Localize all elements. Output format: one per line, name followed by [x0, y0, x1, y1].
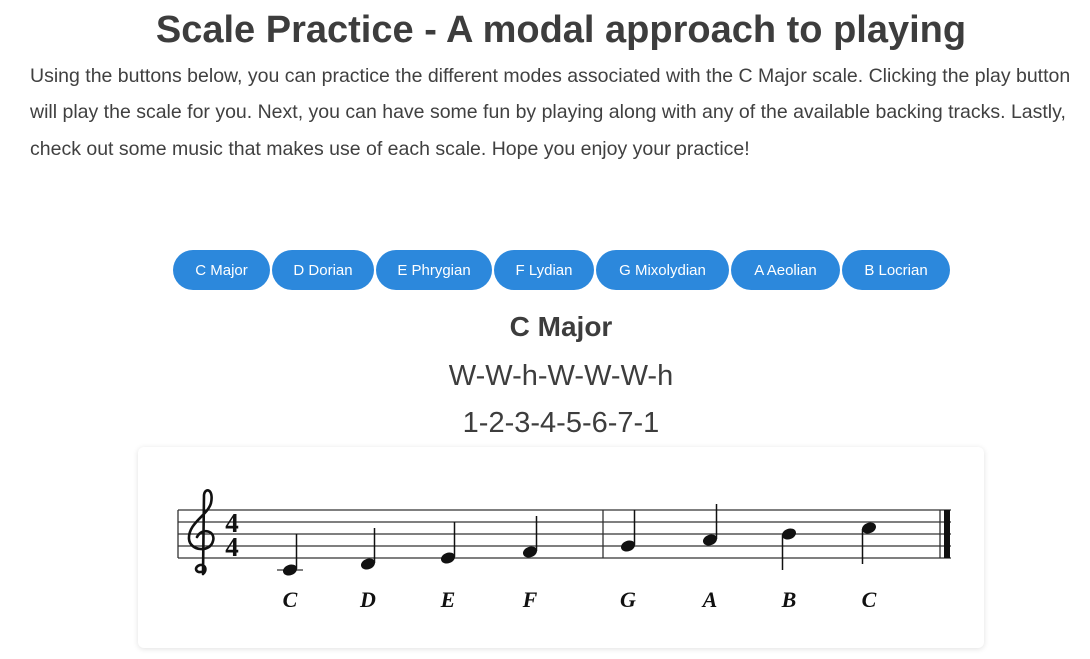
page-title: Scale Practice - A modal approach to pla…: [155, 9, 967, 51]
staff-lines: [178, 509, 951, 559]
notation-card: 4 4 CDEFGABC: [138, 447, 984, 648]
note-label-3: E: [440, 587, 456, 612]
sheet-music: 4 4 CDEFGABC: [177, 489, 951, 612]
note-label-8: C: [862, 587, 877, 612]
mode-button-bar: C Major D Dorian E Phrygian F Lydian G M…: [173, 250, 950, 290]
note-label-1: C: [283, 587, 298, 612]
note-label-7: B: [781, 587, 797, 612]
mode-button-e-phrygian[interactable]: E Phrygian: [376, 250, 492, 290]
intro-paragraph: Using the buttons below, you can practic…: [30, 65, 1071, 160]
note-b-7: [781, 528, 796, 570]
note-label-4: F: [522, 587, 538, 612]
note-c-1: [277, 534, 303, 576]
mode-button-f-lydian[interactable]: F Lydian: [494, 250, 594, 290]
mode-button-b-locrian[interactable]: B Locrian: [842, 250, 950, 290]
note-label-2: D: [359, 587, 376, 612]
mode-button-a-aeolian[interactable]: A Aeolian: [731, 250, 840, 290]
mode-button-c-major[interactable]: C Major: [173, 250, 270, 290]
note-label-6: A: [701, 587, 718, 612]
note-label-5: G: [620, 587, 636, 612]
scale-degree-pattern: 1-2-3-4-5-6-7-1: [462, 407, 660, 439]
final-barline-thick: [944, 510, 950, 558]
treble-clef-icon: [187, 489, 215, 576]
scale-name: C Major: [509, 311, 613, 342]
mode-button-d-dorian[interactable]: D Dorian: [272, 250, 374, 290]
note-e-3: [441, 522, 456, 564]
scale-step-pattern: W-W-h-W-W-W-h: [448, 360, 674, 392]
time-signature-bottom: 4: [225, 532, 239, 562]
note-g-5: [621, 510, 636, 552]
mode-button-g-mixolydian[interactable]: G Mixolydian: [596, 250, 729, 290]
